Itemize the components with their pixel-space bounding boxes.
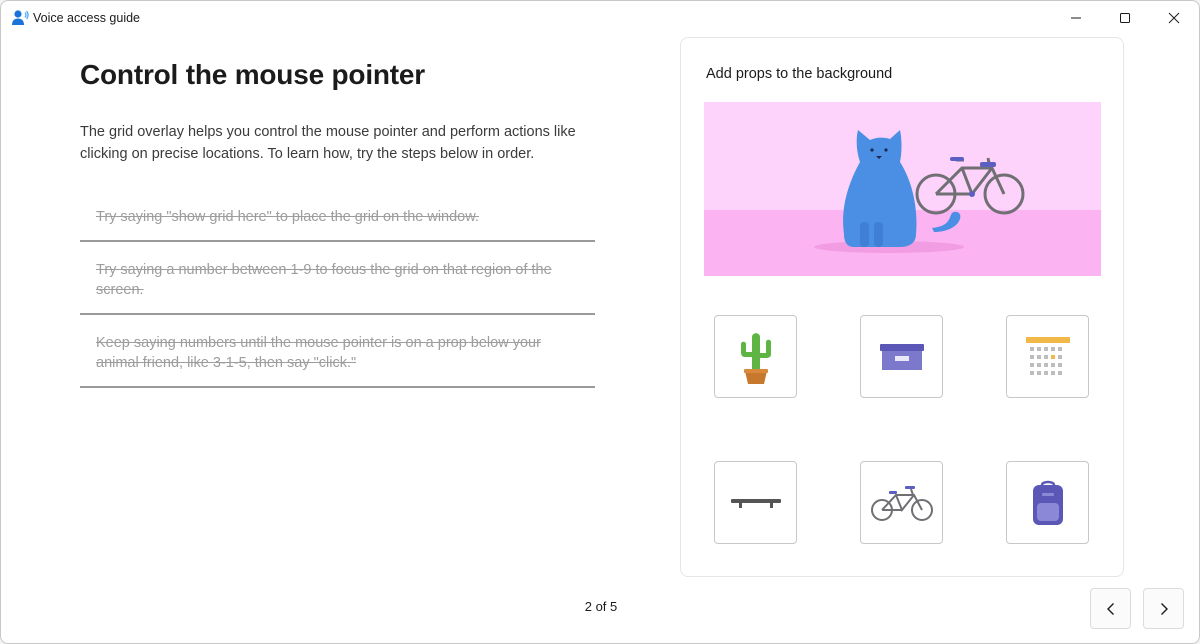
card-title: Add props to the background	[706, 66, 893, 82]
window-title: Voice access guide	[33, 11, 141, 25]
chevron-right-icon	[1160, 602, 1168, 615]
storage-box-icon	[879, 343, 924, 370]
prop-shelf-button[interactable]	[714, 461, 797, 544]
title-bar: Voice access guide	[1, 1, 1199, 35]
voice-access-app-icon	[12, 10, 29, 25]
page-indicator: 2 of 5	[584, 599, 618, 614]
prop-cactus-button[interactable]	[714, 315, 797, 398]
calendar-icon	[1025, 336, 1070, 375]
minimize-button[interactable]	[1053, 1, 1099, 35]
step-item-2: Try saying a number between 1-9 to focus…	[80, 242, 595, 315]
shelf-icon	[730, 498, 781, 508]
maximize-icon	[1120, 13, 1130, 23]
backpack-icon	[1032, 480, 1063, 525]
maximize-button[interactable]	[1102, 1, 1148, 35]
previous-button[interactable]	[1090, 588, 1131, 629]
cactus-icon	[740, 332, 771, 384]
chevron-left-icon	[1106, 602, 1114, 615]
prop-box-button[interactable]	[860, 315, 943, 398]
scene-illustration	[704, 102, 1101, 276]
step-item-3: Keep saying numbers until the mouse poin…	[80, 315, 595, 388]
minimize-icon	[1071, 17, 1081, 19]
page-description: The grid overlay helps you control the m…	[80, 124, 576, 162]
steps-list: Try saying "show grid here" to place the…	[80, 195, 595, 388]
step-item-1: Try saying "show grid here" to place the…	[80, 195, 595, 242]
prop-backpack-button[interactable]	[1006, 461, 1089, 544]
close-icon	[1168, 12, 1180, 24]
practice-card: Add props to the background	[680, 37, 1124, 577]
page-heading: Control the mouse pointer	[80, 59, 426, 90]
bicycle-icon	[870, 485, 933, 521]
next-button[interactable]	[1143, 588, 1184, 629]
prop-calendar-button[interactable]	[1006, 315, 1089, 398]
voice-access-guide-window: Voice access guide Control the mouse poi…	[0, 0, 1200, 644]
close-button[interactable]	[1151, 1, 1197, 35]
prop-bicycle-button[interactable]	[860, 461, 943, 544]
